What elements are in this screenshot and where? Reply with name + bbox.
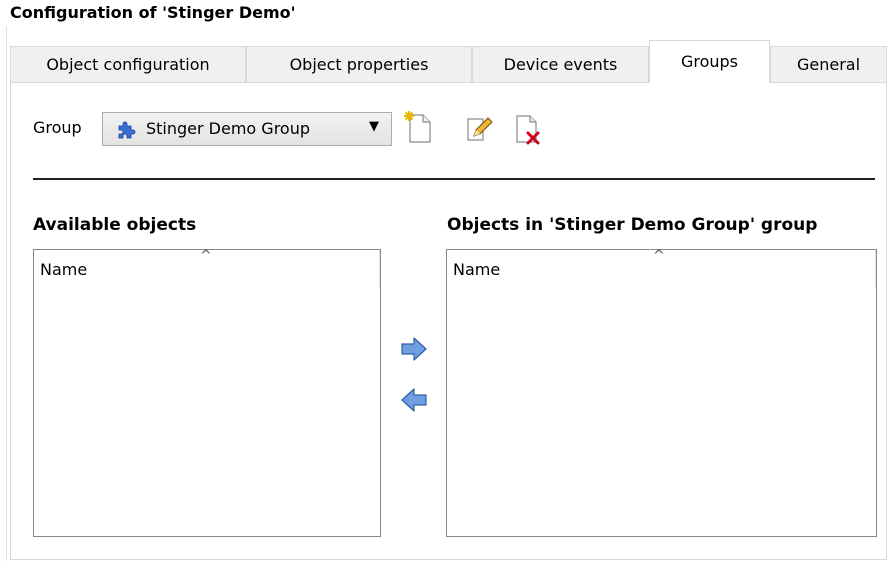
tab-general[interactable]: General xyxy=(770,46,887,82)
delete-document-icon[interactable] xyxy=(512,110,546,146)
tab-device-events[interactable]: Device events xyxy=(472,46,649,82)
frame-border xyxy=(6,26,7,561)
sort-caret-icon: ^ xyxy=(653,248,665,264)
group-label: Group xyxy=(33,118,82,137)
window-title: Configuration of 'Stinger Demo' xyxy=(10,3,296,22)
available-name-column-header[interactable]: Name xyxy=(40,260,87,279)
new-document-icon[interactable] xyxy=(402,110,436,146)
column-separator xyxy=(875,250,876,288)
sort-caret-icon: ^ xyxy=(200,248,212,264)
available-objects-title: Available objects xyxy=(33,215,197,235)
edit-pencil-icon[interactable] xyxy=(462,110,496,146)
tab-object-properties[interactable]: Object properties xyxy=(246,46,472,82)
chevron-down-icon: ▼ xyxy=(369,119,379,134)
available-objects-list[interactable]: ^ Name xyxy=(33,248,381,537)
group-objects-title: Objects in 'Stinger Demo Group' group xyxy=(447,215,818,235)
tab-groups[interactable]: Groups xyxy=(649,40,770,83)
section-divider xyxy=(33,178,875,180)
tab-object-configuration[interactable]: Object configuration xyxy=(10,46,246,82)
remove-from-group-arrow-icon[interactable] xyxy=(398,386,430,414)
group-objects-list[interactable]: ^ Name xyxy=(446,248,877,537)
add-to-group-arrow-icon[interactable] xyxy=(398,335,430,363)
group-dropdown-value: Stinger Demo Group xyxy=(146,119,311,138)
column-separator xyxy=(379,250,380,288)
puzzle-icon xyxy=(118,121,136,139)
group-name-column-header[interactable]: Name xyxy=(453,260,500,279)
group-dropdown[interactable]: Stinger Demo Group ▼ xyxy=(102,112,392,146)
